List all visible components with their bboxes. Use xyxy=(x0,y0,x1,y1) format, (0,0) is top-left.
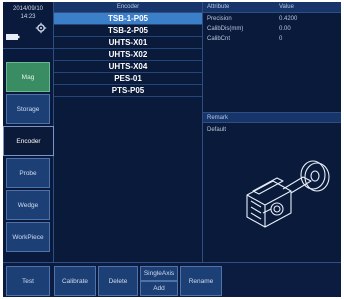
sidebar-item-encoder[interactable]: Encoder xyxy=(3,126,54,156)
bottom-toolbar: Test Calibrate Delete SingleAxis Add Ren… xyxy=(3,262,341,297)
status-area: 2014/09/10 14:23 xyxy=(3,2,53,49)
attribute-name: Precision xyxy=(207,16,232,22)
attribute-header: Attribute Value xyxy=(203,2,341,13)
sidebar-item-mag[interactable]: Mag xyxy=(6,62,50,92)
test-button[interactable]: Test xyxy=(6,266,50,296)
encoder-list-header: Encoder xyxy=(54,2,202,13)
remark-text: Default xyxy=(207,127,227,133)
sidebar-item-workpiece[interactable]: WorkPiece xyxy=(6,222,50,252)
encoder-list-item[interactable]: TSB-1-P05 xyxy=(54,13,202,25)
encoder-wheel-illustration xyxy=(246,160,330,228)
add-button-group: SingleAxis Add xyxy=(140,266,178,296)
sidebar-item-wedge[interactable]: Wedge xyxy=(6,190,50,220)
encoder-list-panel: Encoder TSB-1-P05 TSB-2-P05 UHTS-X01 UHT… xyxy=(54,2,203,262)
attribute-column-header: Attribute xyxy=(207,4,230,10)
attribute-row: Precision 0.4200 xyxy=(203,15,341,24)
attribute-name: CalibDis(mm) xyxy=(207,26,244,32)
value-column-header: Value xyxy=(279,4,294,10)
attribute-panel: Attribute Value Precision 0.4200 CalibDi… xyxy=(203,2,341,113)
encoder-list-item[interactable]: TSB-2-P05 xyxy=(54,25,202,37)
encoder-screen: 2014/09/10 14:23 Mag Storage Encoder Pro… xyxy=(3,2,341,297)
single-axis-button[interactable]: SingleAxis xyxy=(140,266,178,281)
sidebar-item-storage[interactable]: Storage xyxy=(6,94,50,124)
remark-header: Remark xyxy=(203,113,341,123)
sidebar-item-probe[interactable]: Probe xyxy=(6,158,50,188)
attribute-name: CalibCnt xyxy=(207,36,231,42)
status-date: 2014/09/10 xyxy=(12,6,44,12)
remark-panel: Remark Default xyxy=(203,113,341,262)
status-time: 14:23 xyxy=(20,14,36,20)
attribute-row: CalibCnt 0 xyxy=(203,35,341,44)
encoder-list-item[interactable]: UHTS-X04 xyxy=(54,61,202,73)
encoder-list-item[interactable]: PES-01 xyxy=(54,73,202,85)
attribute-row: CalibDis(mm) 0.00 xyxy=(203,25,341,34)
rename-button[interactable]: Rename xyxy=(180,266,222,296)
attribute-value: 0 xyxy=(279,36,283,42)
encoder-list-item[interactable]: UHTS-X02 xyxy=(54,49,202,61)
gear-icon xyxy=(35,22,47,34)
sidebar: 2014/09/10 14:23 Mag Storage Encoder Pro… xyxy=(3,2,54,262)
attribute-value: 0.4200 xyxy=(279,16,298,22)
encoder-list-item[interactable]: UHTS-X01 xyxy=(54,37,202,49)
delete-button[interactable]: Delete xyxy=(98,266,138,296)
encoder-list: TSB-1-P05 TSB-2-P05 UHTS-X01 UHTS-X02 UH… xyxy=(54,13,202,97)
add-button[interactable]: Add xyxy=(140,281,178,296)
encoder-list-item[interactable]: PTS-P05 xyxy=(54,85,202,97)
battery-icon xyxy=(6,34,20,40)
attribute-value: 0.00 xyxy=(279,26,291,32)
calibrate-button[interactable]: Calibrate xyxy=(54,266,96,296)
